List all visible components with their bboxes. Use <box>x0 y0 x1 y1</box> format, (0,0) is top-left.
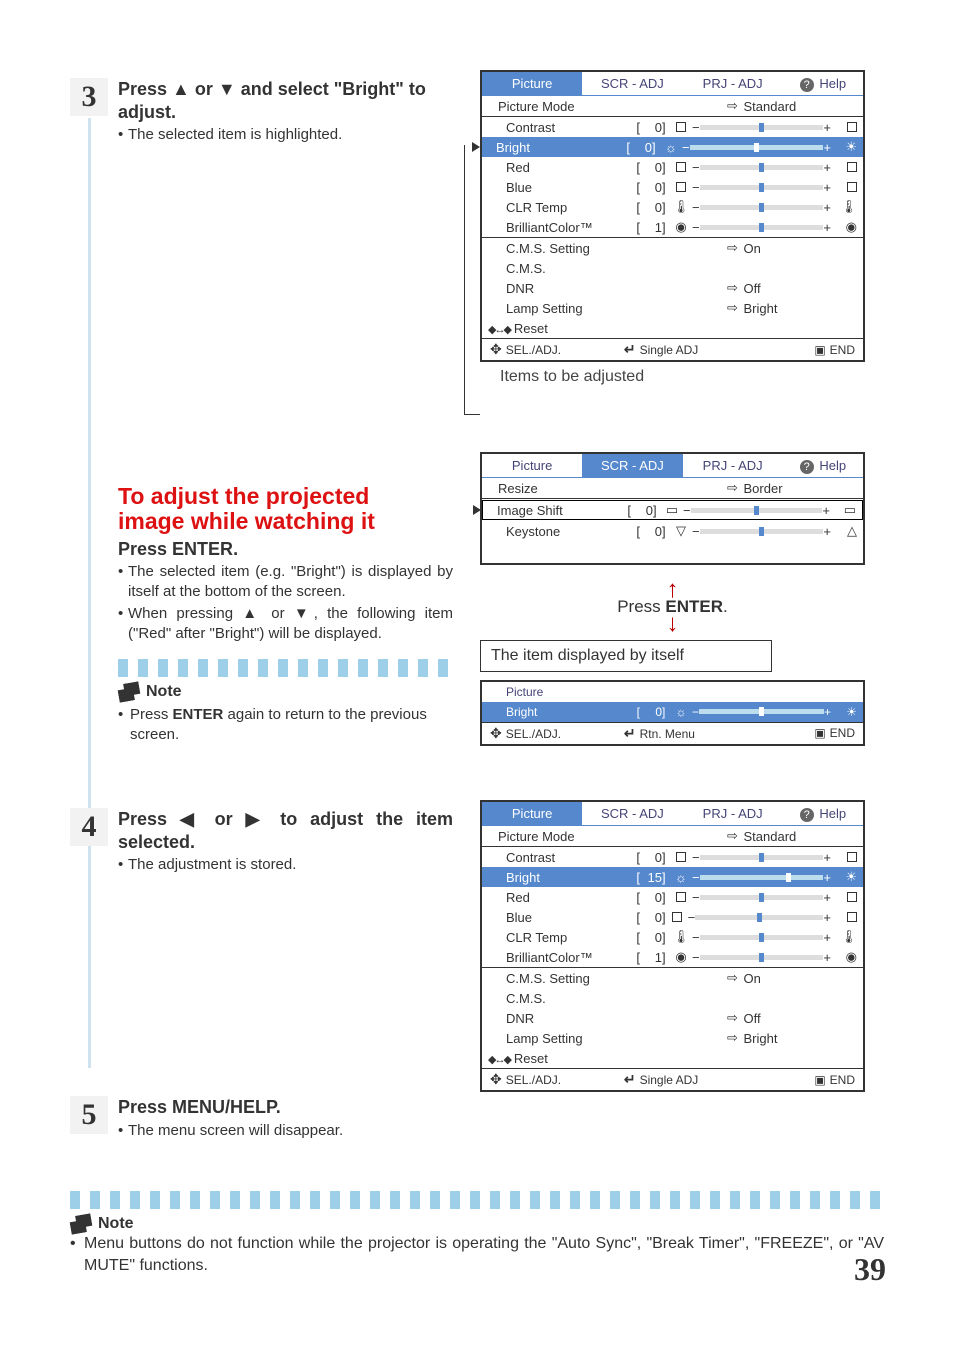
osd-keystone[interactable]: Keystone <box>488 524 608 539</box>
step-4-instruction: Press ◀ or ▶ to adjust the item selected… <box>118 808 453 853</box>
note-bottom-text: Menu buttons do not function while the p… <box>70 1233 884 1278</box>
page-number: 39 <box>854 1251 886 1288</box>
osd-single-item: Picture Bright[0]☼−+☀ SEL./ADJ. Rtn. Men… <box>480 680 865 746</box>
adjust-bullet-1: The selected item (e.g. "Bright") is dis… <box>118 562 453 603</box>
footer-seladj: SEL./ADJ. <box>490 341 624 358</box>
footer-single: Single ADJ <box>624 341 770 358</box>
osd-clrtemp[interactable]: CLR Temp <box>488 200 608 215</box>
osd-red[interactable]: Red <box>488 160 608 175</box>
caption-items-adjusted: Items to be adjusted <box>500 368 865 386</box>
tab-picture[interactable]: Picture <box>482 72 582 95</box>
osd-bright-row-selected[interactable]: Bright[0]☼−+☀ <box>482 137 863 157</box>
adjust-section-title: To adjust the projectedimage while watch… <box>118 484 453 535</box>
thermo-icon: 🌡 <box>670 199 692 215</box>
item-displayed-box: The item displayed by itself <box>480 640 772 672</box>
keystone-icon: ▽ <box>670 523 692 539</box>
osd-menu-step4: Picture SCR - ADJ PRJ - ADJ ? Help Pictu… <box>480 800 865 1092</box>
osd-picture-mode-value: Standard <box>744 99 858 114</box>
osd-contrast[interactable]: Contrast <box>488 120 608 135</box>
tab-prj-adj[interactable]: PRJ - ADJ <box>683 72 783 95</box>
note-1-text: Press ENTER again to return to the pre­v… <box>118 705 453 746</box>
step-3-number: 3 <box>70 78 108 116</box>
tab-help[interactable]: ? Help <box>783 72 863 95</box>
tab-scr-adj[interactable]: SCR - ADJ <box>582 72 682 95</box>
step-3-bullet: The selected item is highlighted. <box>118 125 453 145</box>
step-5-bullet: The menu screen will disappear. <box>118 1121 453 1141</box>
note-1-head: Note <box>118 683 453 701</box>
osd-image-shift[interactable]: Image Shift <box>479 503 599 518</box>
osd-picture-mode[interactable]: Picture Mode <box>488 99 608 114</box>
shift-icon: ▭ <box>661 502 683 518</box>
osd-dnr[interactable]: DNR <box>488 281 608 296</box>
step-5-instruction: Press MENU/HELP. <box>118 1096 453 1119</box>
osd-menu-step3: Picture SCR - ADJ PRJ - ADJ ? Help Pictu… <box>480 70 865 362</box>
sun-icon: ☼ <box>660 140 682 155</box>
osd-cms-setting[interactable]: C.M.S. Setting <box>488 241 608 256</box>
step-5-number: 5 <box>70 1096 108 1134</box>
osd-lamp[interactable]: Lamp Setting <box>488 301 608 316</box>
osd-cms[interactable]: C.M.S. <box>488 261 608 276</box>
osd-scr-adj: Picture SCR - ADJ PRJ - ADJ ? Help Resiz… <box>480 452 865 565</box>
osd-reset[interactable]: Reset <box>514 321 548 336</box>
step-4-bullet: The adjustment is stored. <box>118 855 453 875</box>
step-4-number: 4 <box>70 808 108 846</box>
circle-icon: ◉ <box>670 219 692 235</box>
help-icon: ? <box>800 78 814 92</box>
press-enter-arrow: ↑ Press ENTER. ↓ <box>480 583 865 632</box>
osd-brilliant[interactable]: BrilliantColor™ <box>488 220 608 235</box>
osd-blue[interactable]: Blue <box>488 180 608 195</box>
osd-bright-row-adjusted[interactable]: Bright[15]☼−+☀ <box>482 867 863 887</box>
osd-resize[interactable]: Resize <box>488 481 608 496</box>
note-bottom-head: Note <box>70 1215 884 1233</box>
step-3-instruction: Press ▲ or ▼ and select "Bright" to adju… <box>118 78 453 123</box>
arrow-icon: ⇨ <box>722 98 744 114</box>
press-enter-instruction: Press ENTER. <box>118 539 453 560</box>
footer-end: END <box>770 343 855 357</box>
adjust-bullet-2: When pressing ▲ or ▼, the following item… <box>118 604 453 645</box>
